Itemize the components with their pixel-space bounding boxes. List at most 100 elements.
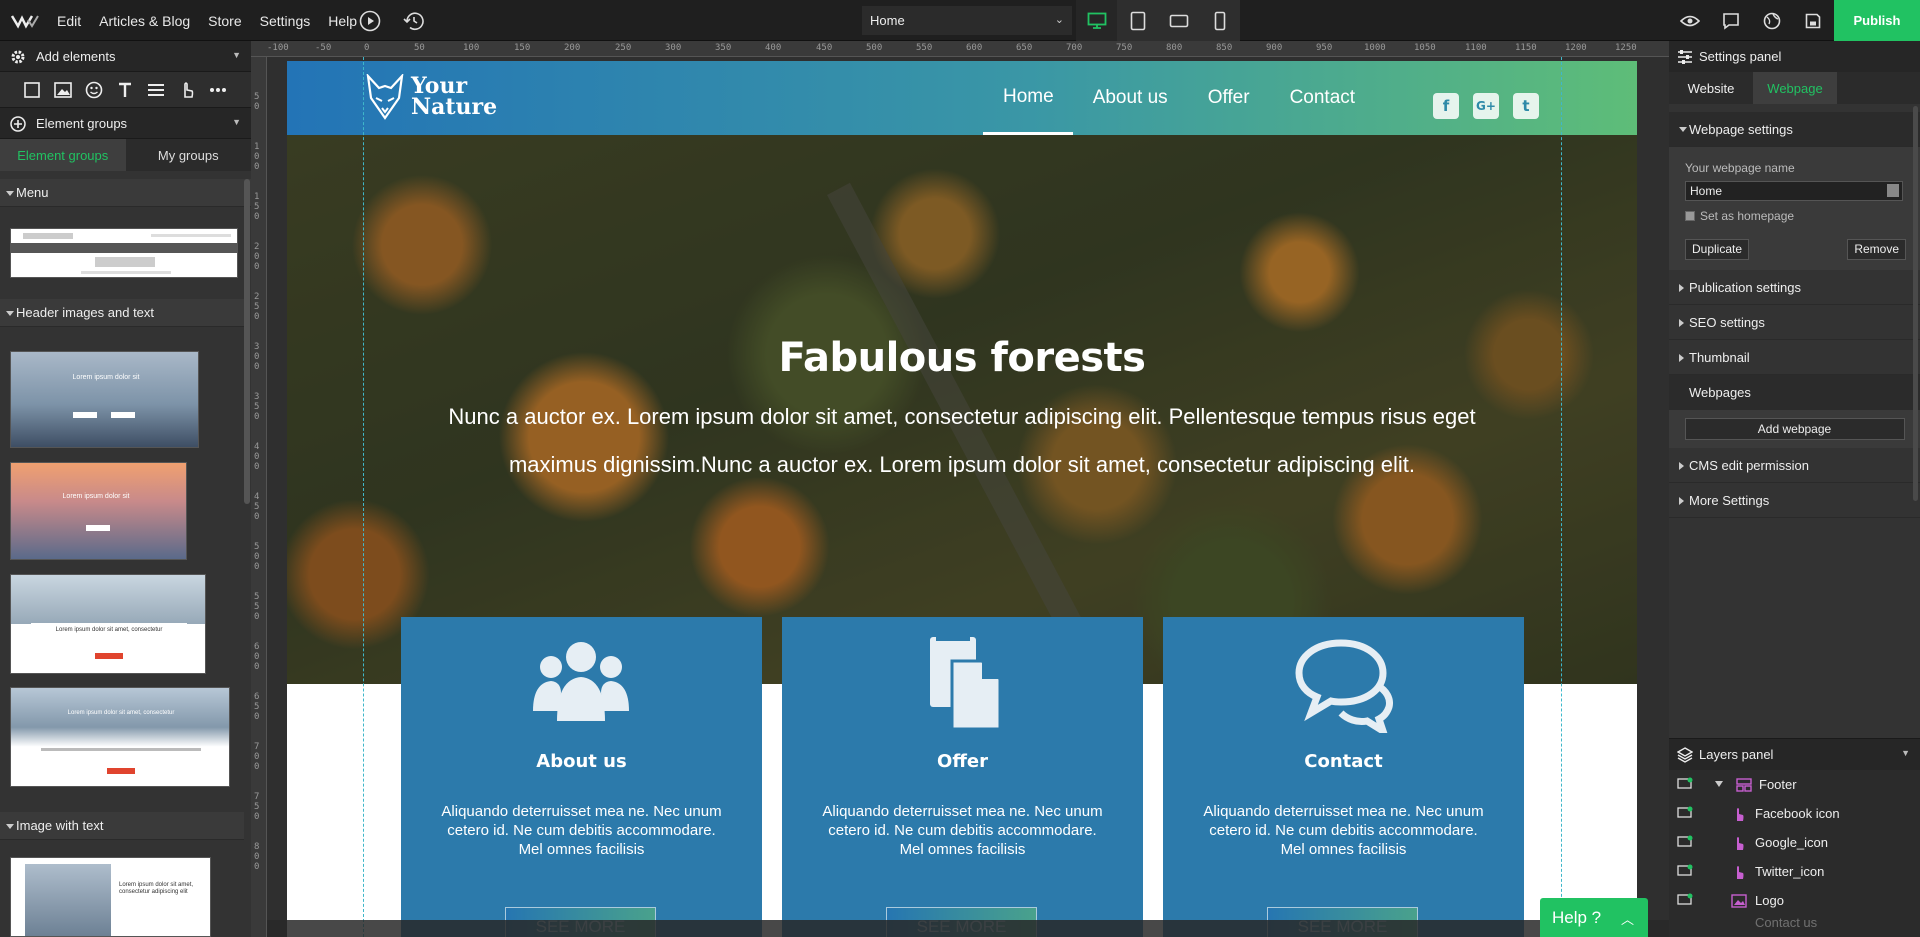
- webpage-name-input[interactable]: Home: [1685, 181, 1903, 201]
- text-icon: [119, 82, 131, 97]
- menu-store[interactable]: Store: [199, 13, 250, 29]
- button-tool[interactable]: [175, 78, 199, 102]
- ruler-label: 1100: [1465, 43, 1487, 53]
- nav-offer[interactable]: Offer: [1188, 61, 1270, 135]
- nav-contact[interactable]: Contact: [1270, 61, 1375, 135]
- help-button[interactable]: Help ? ︿: [1540, 898, 1648, 937]
- group-menu[interactable]: Menu: [0, 179, 251, 207]
- ruler-label: 950: [1316, 43, 1333, 53]
- tab-website[interactable]: Website: [1669, 72, 1753, 104]
- tab-element-groups[interactable]: Element groups: [0, 139, 126, 171]
- social-icons: f G+ t: [1433, 93, 1539, 119]
- menu-settings[interactable]: Settings: [251, 13, 320, 29]
- layer-item[interactable]: Logo: [1669, 886, 1920, 915]
- publish-button[interactable]: Publish: [1834, 0, 1920, 41]
- hero-section[interactable]: Fabulous forests Nunc a auctor ex. Lorem…: [287, 135, 1637, 684]
- hero-title[interactable]: Fabulous forests: [287, 335, 1637, 381]
- layer-item[interactable]: Facebook icon: [1669, 799, 1920, 828]
- vertical-ruler: 50 100 150 200 250 300 350 400 450 500 5…: [251, 57, 267, 937]
- tab-webpage[interactable]: Webpage: [1753, 72, 1837, 104]
- menu-edit[interactable]: Edit: [48, 13, 90, 29]
- hero-text[interactable]: Nunc a auctor ex. Lorem ipsum dolor sit …: [407, 393, 1517, 489]
- webpages-label: Webpages: [1689, 385, 1751, 400]
- image-tool[interactable]: [51, 78, 75, 102]
- ruler-label: 600: [254, 642, 260, 672]
- box-tool[interactable]: [20, 78, 44, 102]
- visibility-monitor-icon[interactable]: [1677, 864, 1693, 878]
- settings-panel-header[interactable]: Settings panel: [1669, 41, 1920, 72]
- image-text-thumbnail[interactable]: Lorem ipsum dolor sit amet, consectetur …: [10, 857, 211, 937]
- mobile-view-button[interactable]: [1199, 0, 1240, 41]
- ruler-label: 300: [254, 342, 260, 372]
- cms-edit-permission-section[interactable]: CMS edit permission: [1669, 448, 1920, 483]
- nav-home[interactable]: Home: [983, 61, 1073, 135]
- ruler-label: 1000: [1364, 43, 1386, 53]
- page-select[interactable]: Home ⌄: [862, 6, 1072, 35]
- visibility-monitor-icon[interactable]: [1677, 893, 1693, 907]
- ruler-label: 1050: [1414, 43, 1436, 53]
- text-tool[interactable]: [113, 78, 137, 102]
- add-webpage-button[interactable]: Add webpage: [1684, 418, 1905, 440]
- menu-thumbnail[interactable]: [10, 228, 238, 278]
- webpages-section[interactable]: Webpages: [1669, 375, 1920, 410]
- more-tools[interactable]: [206, 78, 230, 102]
- google-plus-icon[interactable]: G+: [1473, 93, 1499, 119]
- desktop-view-button[interactable]: [1076, 0, 1117, 41]
- group-image-with-text[interactable]: Image with text: [0, 812, 244, 840]
- save-button[interactable]: [1792, 0, 1833, 41]
- add-elements-header[interactable]: Add elements ▼: [0, 41, 251, 72]
- site-logo[interactable]: Your Nature: [365, 74, 511, 120]
- ruler-label: 50: [254, 92, 260, 112]
- history-icon[interactable]: [402, 9, 426, 33]
- webpage-settings-section[interactable]: Webpage settings: [1669, 112, 1920, 147]
- thumbnail-section[interactable]: Thumbnail: [1669, 340, 1920, 375]
- card-contact[interactable]: Contact Aliquando deterruisset mea ne. N…: [1163, 617, 1524, 937]
- play-preview-icon[interactable]: [358, 9, 382, 33]
- facebook-icon[interactable]: f: [1433, 93, 1459, 119]
- expand-arrow-icon[interactable]: [1715, 781, 1723, 787]
- header-thumbnail-2[interactable]: Lorem ipsum dolor sit: [10, 462, 187, 560]
- more-settings-section[interactable]: More Settings: [1669, 483, 1920, 518]
- website-canvas[interactable]: Your Nature Home About us Offer Contact …: [287, 61, 1637, 937]
- settings-scrollbar[interactable]: [1913, 106, 1918, 501]
- group-header-images-text[interactable]: Header images and text: [0, 299, 244, 327]
- header-thumbnail-1[interactable]: Lorem ipsum dolor sit: [10, 351, 199, 448]
- menu-articles-blog[interactable]: Articles & Blog: [90, 13, 199, 29]
- layer-item[interactable]: Google_icon: [1669, 828, 1920, 857]
- website-globe-button[interactable]: [1751, 0, 1792, 41]
- visibility-monitor-icon[interactable]: [1677, 835, 1693, 849]
- top-toolbar: Edit Articles & Blog Store Settings Help…: [0, 0, 1920, 41]
- right-guide-line: [1561, 57, 1562, 937]
- app-logo-icon[interactable]: [10, 10, 40, 32]
- layer-item[interactable]: Footer: [1669, 770, 1920, 799]
- visibility-monitor-icon[interactable]: [1677, 777, 1693, 791]
- card-about-us[interactable]: About us Aliquando deterruisset mea ne. …: [401, 617, 762, 937]
- remove-button[interactable]: Remove: [1847, 239, 1906, 260]
- seo-settings-section[interactable]: SEO settings: [1669, 305, 1920, 340]
- tab-my-groups[interactable]: My groups: [125, 139, 251, 171]
- section-label: More Settings: [1689, 492, 1770, 508]
- layers-panel-header[interactable]: Layers panel ▼: [1669, 739, 1920, 770]
- comments-button[interactable]: [1710, 0, 1751, 41]
- publication-settings-section[interactable]: Publication settings: [1669, 270, 1920, 305]
- keyboard-icon[interactable]: [1887, 184, 1899, 197]
- layer-item[interactable]: Twitter_icon: [1669, 857, 1920, 886]
- twitter-icon[interactable]: t: [1513, 93, 1539, 119]
- card-offer[interactable]: Offer Aliquando deterruisset mea ne. Nec…: [782, 617, 1143, 937]
- icon-tool[interactable]: [82, 78, 106, 102]
- nav-about-us[interactable]: About us: [1073, 61, 1188, 135]
- duplicate-button[interactable]: Duplicate: [1685, 239, 1750, 260]
- element-groups-header[interactable]: Element groups ▼: [0, 108, 251, 139]
- menu-tool[interactable]: [144, 78, 168, 102]
- set-homepage-checkbox[interactable]: Set as homepage: [1685, 209, 1906, 223]
- left-panel-scrollbar[interactable]: [244, 179, 250, 504]
- tablet-landscape-view-button[interactable]: [1158, 0, 1199, 41]
- site-header[interactable]: Your Nature Home About us Offer Contact …: [287, 61, 1637, 135]
- layer-item[interactable]: Contact us: [1669, 915, 1920, 929]
- header-thumbnail-3[interactable]: Lorem ipsum dolor sit amet, consectetur: [10, 574, 206, 674]
- visibility-monitor-icon[interactable]: [1677, 806, 1693, 820]
- ruler-label: 400: [254, 442, 260, 472]
- tablet-view-button[interactable]: [1117, 0, 1158, 41]
- preview-button[interactable]: [1669, 0, 1710, 41]
- header-thumbnail-4[interactable]: Lorem ipsum dolor sit amet, consectetur: [10, 687, 230, 787]
